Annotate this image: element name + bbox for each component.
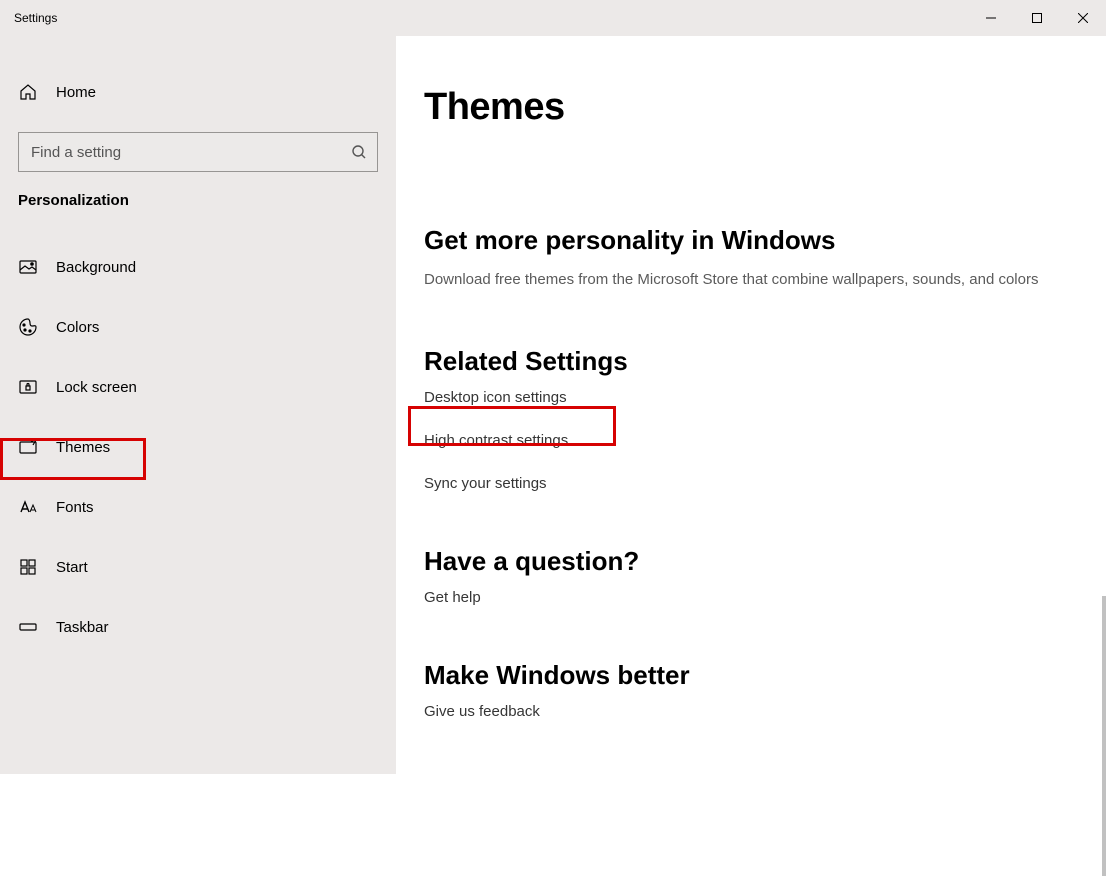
nav-themes[interactable]: Themes: [0, 425, 396, 469]
nav-colors[interactable]: Colors: [0, 305, 396, 349]
minimize-button[interactable]: [968, 0, 1014, 36]
close-button[interactable]: [1060, 0, 1106, 36]
link-high-contrast-settings[interactable]: High contrast settings: [424, 432, 1078, 449]
section-better: Make Windows better Give us feedback: [424, 660, 1078, 720]
section-body: Download free themes from the Microsoft …: [424, 268, 1064, 292]
page-title: Themes: [424, 86, 1078, 129]
colors-icon: [18, 317, 38, 337]
section-heading: Make Windows better: [424, 660, 1078, 691]
taskbar-icon: [18, 617, 38, 637]
maximize-icon: [1032, 13, 1042, 23]
link-give-feedback[interactable]: Give us feedback: [424, 703, 1078, 720]
themes-icon: [18, 437, 38, 457]
nav-label: Background: [56, 259, 136, 276]
nav-label: Start: [56, 559, 88, 576]
main-content: Themes Get more personality in Windows D…: [396, 36, 1106, 774]
link-get-help[interactable]: Get help: [424, 589, 1078, 606]
start-icon: [18, 557, 38, 577]
lock-screen-icon: [18, 377, 38, 397]
nav-home-label: Home: [56, 84, 96, 101]
home-icon: [18, 82, 38, 102]
sidebar: Home Personalization Background: [0, 36, 396, 774]
search-input[interactable]: [19, 144, 341, 161]
link-sync-your-settings[interactable]: Sync your settings: [424, 475, 1078, 492]
close-icon: [1078, 13, 1088, 23]
nav-fonts[interactable]: Fonts: [0, 485, 396, 529]
fonts-icon: [18, 497, 38, 517]
section-heading: Related Settings: [424, 346, 1078, 377]
nav-taskbar[interactable]: Taskbar: [0, 605, 396, 649]
nav-label: Lock screen: [56, 379, 137, 396]
nav-background[interactable]: Background: [0, 245, 396, 289]
nav-label: Colors: [56, 319, 99, 336]
side-nav: Background Colors Lock screen Themes: [0, 245, 396, 649]
search-icon: [341, 144, 377, 160]
nav-label: Taskbar: [56, 619, 109, 636]
minimize-icon: [986, 13, 996, 23]
nav-lock-screen[interactable]: Lock screen: [0, 365, 396, 409]
maximize-button[interactable]: [1014, 0, 1060, 36]
link-desktop-icon-settings[interactable]: Desktop icon settings: [424, 389, 1078, 406]
nav-label: Fonts: [56, 499, 94, 516]
category-label: Personalization: [0, 192, 396, 209]
section-question: Have a question? Get help: [424, 546, 1078, 606]
scrollbar-thumb[interactable]: [1102, 596, 1106, 876]
section-personality: Get more personality in Windows Download…: [424, 225, 1078, 292]
search-box[interactable]: [18, 132, 378, 172]
section-heading: Get more personality in Windows: [424, 225, 1078, 256]
section-heading: Have a question?: [424, 546, 1078, 577]
window-controls: [968, 0, 1106, 36]
section-related: Related Settings Desktop icon settings H…: [424, 346, 1078, 492]
nav-start[interactable]: Start: [0, 545, 396, 589]
background-icon: [18, 257, 38, 277]
nav-home[interactable]: Home: [0, 70, 396, 114]
window-title: Settings: [0, 11, 57, 25]
nav-label: Themes: [56, 439, 110, 456]
titlebar: Settings: [0, 0, 1106, 36]
